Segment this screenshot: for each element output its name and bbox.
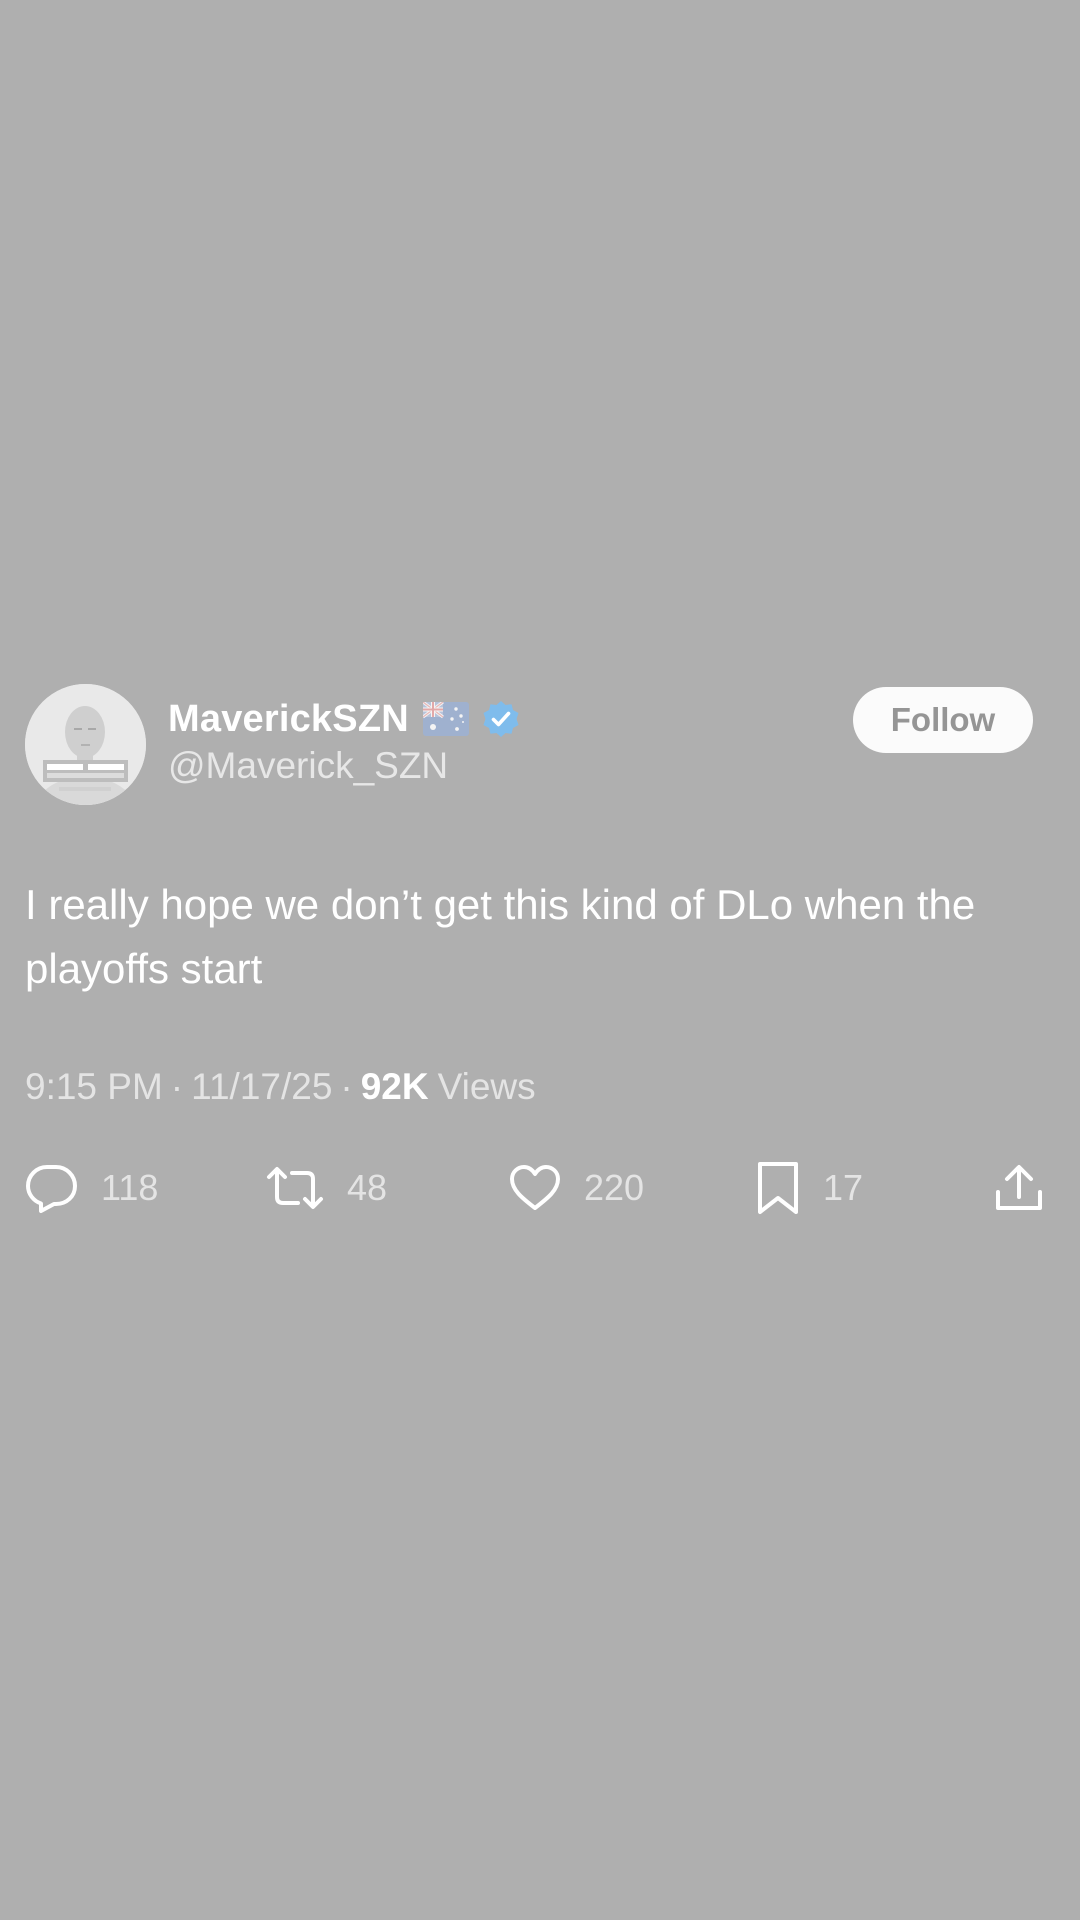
tweet-date[interactable]: 11/17/25: [191, 1066, 332, 1108]
reply-count: 118: [101, 1167, 159, 1208]
share-icon: [993, 1162, 1045, 1214]
name-row: MaverickSZN: [168, 694, 521, 744]
retweet-icon: [265, 1163, 325, 1213]
user-handle[interactable]: @Maverick_SZN: [168, 745, 448, 787]
meta-separator: ·: [170, 1066, 184, 1107]
australia-flag-icon: [422, 702, 469, 736]
retweet-button[interactable]: 48: [265, 1160, 387, 1216]
retweet-count: 48: [347, 1167, 388, 1208]
verified-badge-icon: [483, 699, 521, 739]
bookmark-icon: [755, 1160, 801, 1216]
meta-separator: ·: [340, 1066, 353, 1107]
tweet-card: MaverickSZN @Maverick_SZN Follow I reall…: [0, 0, 1080, 1920]
reply-icon: [25, 1163, 79, 1213]
bookmark-button[interactable]: 17: [755, 1160, 863, 1216]
display-name[interactable]: MaverickSZN: [168, 698, 409, 741]
views-label: Views: [437, 1066, 536, 1107]
tweet-meta: 9:15 PM · 11/17/25 · 92K Views: [25, 1066, 536, 1108]
action-bar: 118 48 220 17: [0, 1160, 1080, 1216]
share-button[interactable]: [993, 1160, 1045, 1216]
like-count: 220: [584, 1167, 645, 1208]
like-button[interactable]: 220: [508, 1160, 644, 1216]
reply-button[interactable]: 118: [25, 1160, 158, 1216]
views-count: 92K: [360, 1066, 429, 1107]
heart-icon: [508, 1163, 562, 1213]
avatar[interactable]: [25, 684, 146, 805]
bookmark-count: 17: [823, 1167, 864, 1208]
tweet-text: I really hope we don’t get this kind of …: [25, 881, 976, 992]
tweet-time[interactable]: 9:15 PM: [25, 1066, 163, 1108]
follow-button[interactable]: Follow: [853, 687, 1033, 753]
